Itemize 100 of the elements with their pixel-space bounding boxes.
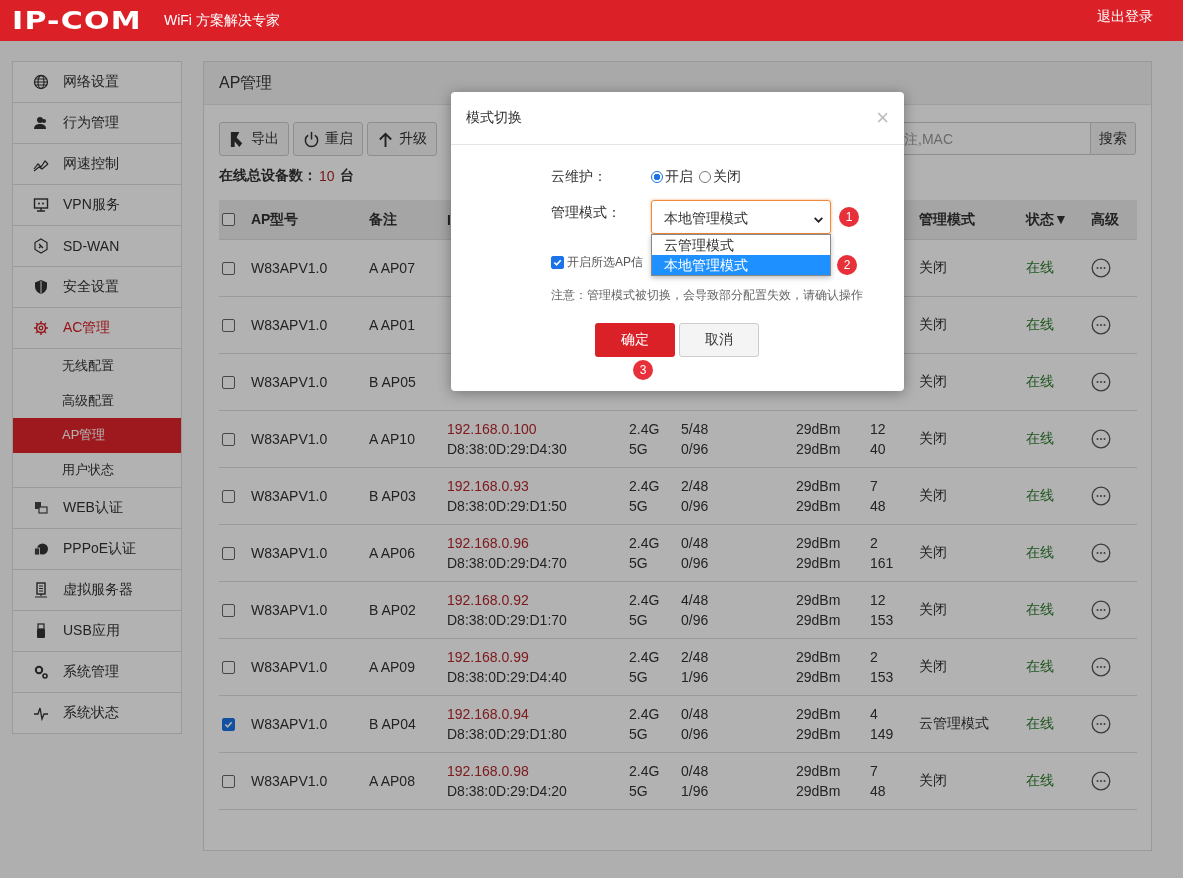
sidebar-item[interactable]: 安全设置	[13, 267, 181, 308]
mode-select[interactable]: 本地管理模式	[651, 200, 831, 234]
sidebar-item[interactable]: WEB认证	[13, 487, 181, 529]
field-label: 管理模式：	[551, 204, 622, 222]
table-cell: W83APV1.0	[251, 716, 328, 732]
checkbox[interactable]	[222, 375, 235, 389]
sidebar-subitem[interactable]: 无线配置	[13, 349, 181, 384]
table-cell: 0/48	[681, 763, 709, 779]
table-cell: 0/96	[681, 498, 709, 514]
checkbox[interactable]	[222, 603, 235, 617]
table-cell: 0/96	[681, 726, 709, 742]
sidebar-subitem[interactable]: 用户状态	[13, 452, 181, 487]
sidebar-item[interactable]: SD-WAN	[13, 226, 181, 267]
status-text: 在线	[1026, 658, 1054, 674]
column-header: 管理模式	[919, 210, 975, 227]
sidebar-subitem[interactable]: AP管理	[13, 418, 181, 453]
table-cell: 149	[870, 726, 894, 742]
sidebar-item[interactable]: AC管理	[13, 308, 181, 349]
table-cell: W83APV1.0	[251, 260, 328, 276]
table-cell: 0/96	[681, 612, 709, 628]
radio-label[interactable]: 开启	[665, 168, 693, 186]
checkbox[interactable]	[222, 774, 235, 788]
sidebar-item[interactable]: 系统管理	[13, 652, 181, 693]
hexagon-icon	[33, 238, 49, 254]
sidebar-item[interactable]: VPN服务	[13, 185, 181, 226]
more-icon[interactable]	[1091, 600, 1111, 620]
table-cell: 40	[870, 441, 886, 457]
logout-link[interactable]: 退出登录	[1097, 7, 1153, 26]
radio-label[interactable]: 关闭	[713, 168, 741, 186]
table-cell: 2/48	[681, 478, 709, 494]
search-button[interactable]: 搜索	[1090, 122, 1136, 155]
table-cell: 5G	[629, 669, 648, 685]
status-text: 在线	[1026, 316, 1054, 332]
checkbox[interactable]	[222, 432, 235, 446]
checkbox-label[interactable]: 开启所选AP信	[567, 253, 643, 271]
summary-count: 10	[319, 168, 335, 184]
checkbox[interactable]	[222, 318, 235, 332]
table-cell: 29dBm	[796, 669, 841, 685]
table-cell: A AP08	[369, 773, 415, 789]
table-cell: 29dBm	[796, 783, 841, 799]
more-icon[interactable]	[1091, 258, 1111, 278]
step-marker: 2	[837, 255, 857, 275]
table-cell: 29dBm	[796, 421, 841, 437]
sidebar-item[interactable]: USB应用	[13, 611, 181, 652]
table-cell: 2.4G	[629, 592, 660, 608]
table-cell: 5G	[629, 612, 648, 628]
mac-address: D8:38:0D:29:D1:50	[447, 498, 567, 514]
column-header[interactable]: 状态▼	[1026, 210, 1068, 227]
table-cell: W83APV1.0	[251, 374, 328, 390]
checkbox[interactable]	[222, 660, 235, 674]
checkbox[interactable]	[551, 255, 564, 269]
checkbox[interactable]	[222, 261, 235, 275]
more-icon[interactable]	[1091, 372, 1111, 392]
sidebar-item[interactable]: 系统状态	[13, 693, 181, 733]
checkbox[interactable]	[222, 489, 235, 503]
sidebar-item[interactable]: PPPoE认证	[13, 529, 181, 570]
sidebar-item[interactable]: 虚拟服务器	[13, 570, 181, 611]
table-cell: 29dBm	[796, 706, 841, 722]
toolbar-button[interactable]: 导出	[219, 122, 289, 156]
table-cell: 2	[870, 535, 878, 551]
table-cell: 2.4G	[629, 421, 660, 437]
more-icon[interactable]	[1091, 657, 1111, 677]
table-cell: W83APV1.0	[251, 602, 328, 618]
table-cell: B AP02	[369, 602, 416, 618]
checkbox[interactable]	[222, 717, 235, 731]
sidebar-item[interactable]: 行为管理	[13, 103, 181, 144]
checkbox[interactable]	[222, 546, 235, 560]
confirm-button[interactable]: 确定	[595, 323, 675, 357]
more-icon[interactable]	[1091, 771, 1111, 791]
table-cell: W83APV1.0	[251, 431, 328, 447]
sidebar-subitem[interactable]: 高级配置	[13, 383, 181, 418]
shield-icon	[33, 279, 49, 295]
sidebar-item[interactable]: 网络设置	[13, 62, 181, 103]
table-cell: 29dBm	[796, 498, 841, 514]
mac-address: D8:38:0D:29:D4:30	[447, 441, 567, 457]
more-icon[interactable]	[1091, 486, 1111, 506]
table-cell: B AP04	[369, 716, 416, 732]
tagline: WiFi 方案解决专家	[163, 11, 280, 30]
table-cell: B AP03	[369, 488, 416, 504]
toolbar-button[interactable]: 升级	[367, 122, 437, 156]
table-cell: 关闭	[919, 259, 947, 275]
table-cell: 48	[870, 783, 886, 799]
table-cell: 关闭	[919, 487, 947, 503]
more-icon[interactable]	[1091, 543, 1111, 563]
dropdown-option[interactable]: 云管理模式	[652, 235, 830, 255]
table-cell: 29dBm	[796, 555, 841, 571]
table-cell: W83APV1.0	[251, 545, 328, 561]
more-icon[interactable]	[1091, 315, 1111, 335]
table-cell: 7	[870, 478, 878, 494]
toolbar-button[interactable]: 重启	[293, 122, 363, 156]
checkbox[interactable]	[222, 213, 235, 226]
table-cell: 29dBm	[796, 612, 841, 628]
radio-button[interactable]	[651, 171, 663, 183]
sidebar-item[interactable]: 网速控制	[13, 144, 181, 185]
step-marker: 3	[633, 360, 653, 380]
step-marker: 1	[839, 207, 859, 227]
more-icon[interactable]	[1091, 429, 1111, 449]
more-icon[interactable]	[1091, 714, 1111, 734]
cancel-button[interactable]: 取消	[679, 323, 759, 357]
radio-button[interactable]	[699, 171, 711, 183]
